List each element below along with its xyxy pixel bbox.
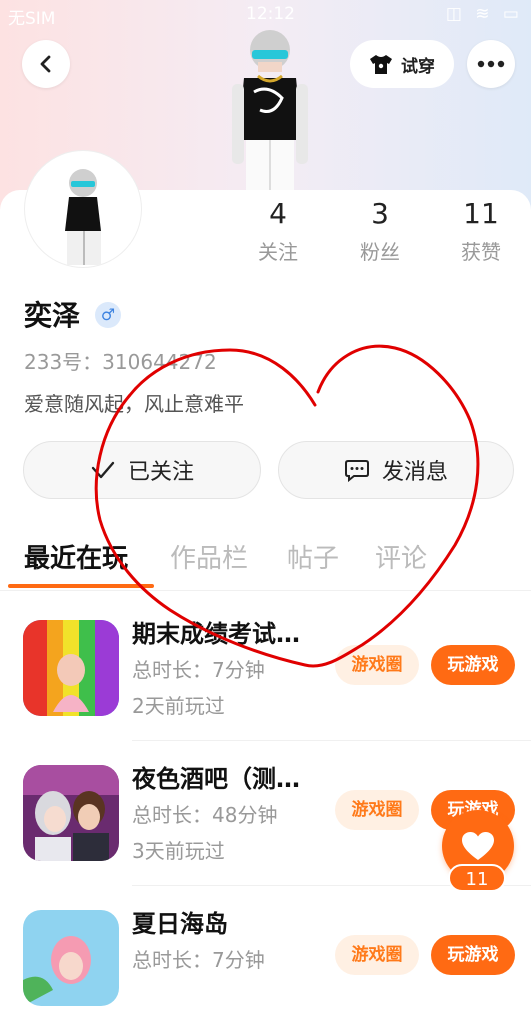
play-game-button[interactable]: 玩游戏 — [431, 645, 515, 685]
shirt-icon — [370, 55, 392, 74]
try-on-button[interactable]: 试穿 — [350, 40, 454, 88]
send-message-button[interactable]: 发消息 — [278, 441, 514, 499]
list-item[interactable]: 夏日海岛 总时长：7分钟 游戏圈 玩游戏 — [0, 886, 531, 1030]
back-button[interactable] — [22, 40, 70, 88]
male-icon: ♂ — [95, 302, 121, 328]
avatar[interactable] — [24, 150, 142, 268]
game-icon — [23, 620, 119, 716]
sim-status: 无SIM — [8, 9, 56, 29]
tab-divider — [0, 590, 531, 591]
tab-posts[interactable]: 帖子 — [287, 538, 339, 575]
tab-works[interactable]: 作品栏 — [170, 538, 248, 575]
followed-button[interactable]: 已关注 — [23, 441, 261, 499]
avatar-3d-figure — [232, 30, 308, 190]
active-tab-indicator — [8, 584, 154, 588]
avatar-thumbnail-figure — [65, 169, 101, 265]
profile-tabs: 最近在玩 作品栏 帖子 评论 — [0, 538, 531, 578]
clock: 12:12 — [246, 4, 295, 24]
more-icon — [477, 60, 505, 68]
heart-icon — [462, 832, 494, 860]
following-count: 4 — [269, 197, 287, 230]
game-duration: 总时长：7分钟 — [132, 948, 265, 972]
more-button[interactable] — [467, 40, 515, 88]
game-last-played: 3天前玩过 — [132, 839, 225, 863]
game-last-played: 2天前玩过 — [132, 694, 225, 718]
game-icon — [23, 765, 119, 861]
profile-bio: 爱意随风起，风止意难平 — [24, 392, 244, 416]
game-circle-button[interactable]: 游戏圈 — [335, 790, 419, 830]
game-circle-button[interactable]: 游戏圈 — [335, 935, 419, 975]
status-bar: 无SIM 12:12 ◫ ≋ ▭ — [0, 0, 531, 30]
try-on-label: 试穿 — [401, 56, 435, 77]
game-title: 夜色酒吧（测… — [132, 765, 300, 793]
back-icon — [40, 55, 51, 73]
play-game-button[interactable]: 玩游戏 — [431, 935, 515, 975]
game-duration: 总时长：7分钟 — [132, 658, 265, 682]
tab-comments[interactable]: 评论 — [375, 538, 427, 575]
status-icons: ◫ ≋ ▭ — [445, 4, 523, 24]
game-title: 夏日海岛 — [132, 910, 228, 938]
followed-label: 已关注 — [127, 460, 194, 485]
send-message-label: 发消息 — [381, 460, 448, 485]
game-circle-button[interactable]: 游戏圈 — [335, 645, 419, 685]
profile-name: 奕泽 — [24, 299, 81, 332]
message-icon — [344, 460, 369, 482]
following-stat[interactable]: 4 关注 — [243, 196, 313, 265]
user-id: 233号：310644272 — [24, 350, 217, 374]
tab-recently-played[interactable]: 最近在玩 — [24, 538, 128, 575]
game-title: 期末成绩考试… — [132, 620, 300, 648]
followers-stat[interactable]: 3 粉丝 — [345, 196, 415, 265]
followers-count: 3 — [371, 197, 389, 230]
likes-count: 11 — [463, 197, 499, 230]
followers-label: 粉丝 — [360, 240, 400, 264]
game-duration: 总时长：48分钟 — [132, 803, 278, 827]
likes-stat[interactable]: 11 获赞 — [446, 196, 516, 265]
check-icon — [91, 461, 115, 479]
likes-label: 获赞 — [461, 240, 501, 264]
game-icon — [23, 910, 119, 1006]
following-label: 关注 — [258, 240, 298, 264]
list-item[interactable]: 期末成绩考试… 总时长：7分钟 2天前玩过 游戏圈 玩游戏 — [0, 596, 531, 740]
like-count: 11 — [448, 864, 506, 892]
